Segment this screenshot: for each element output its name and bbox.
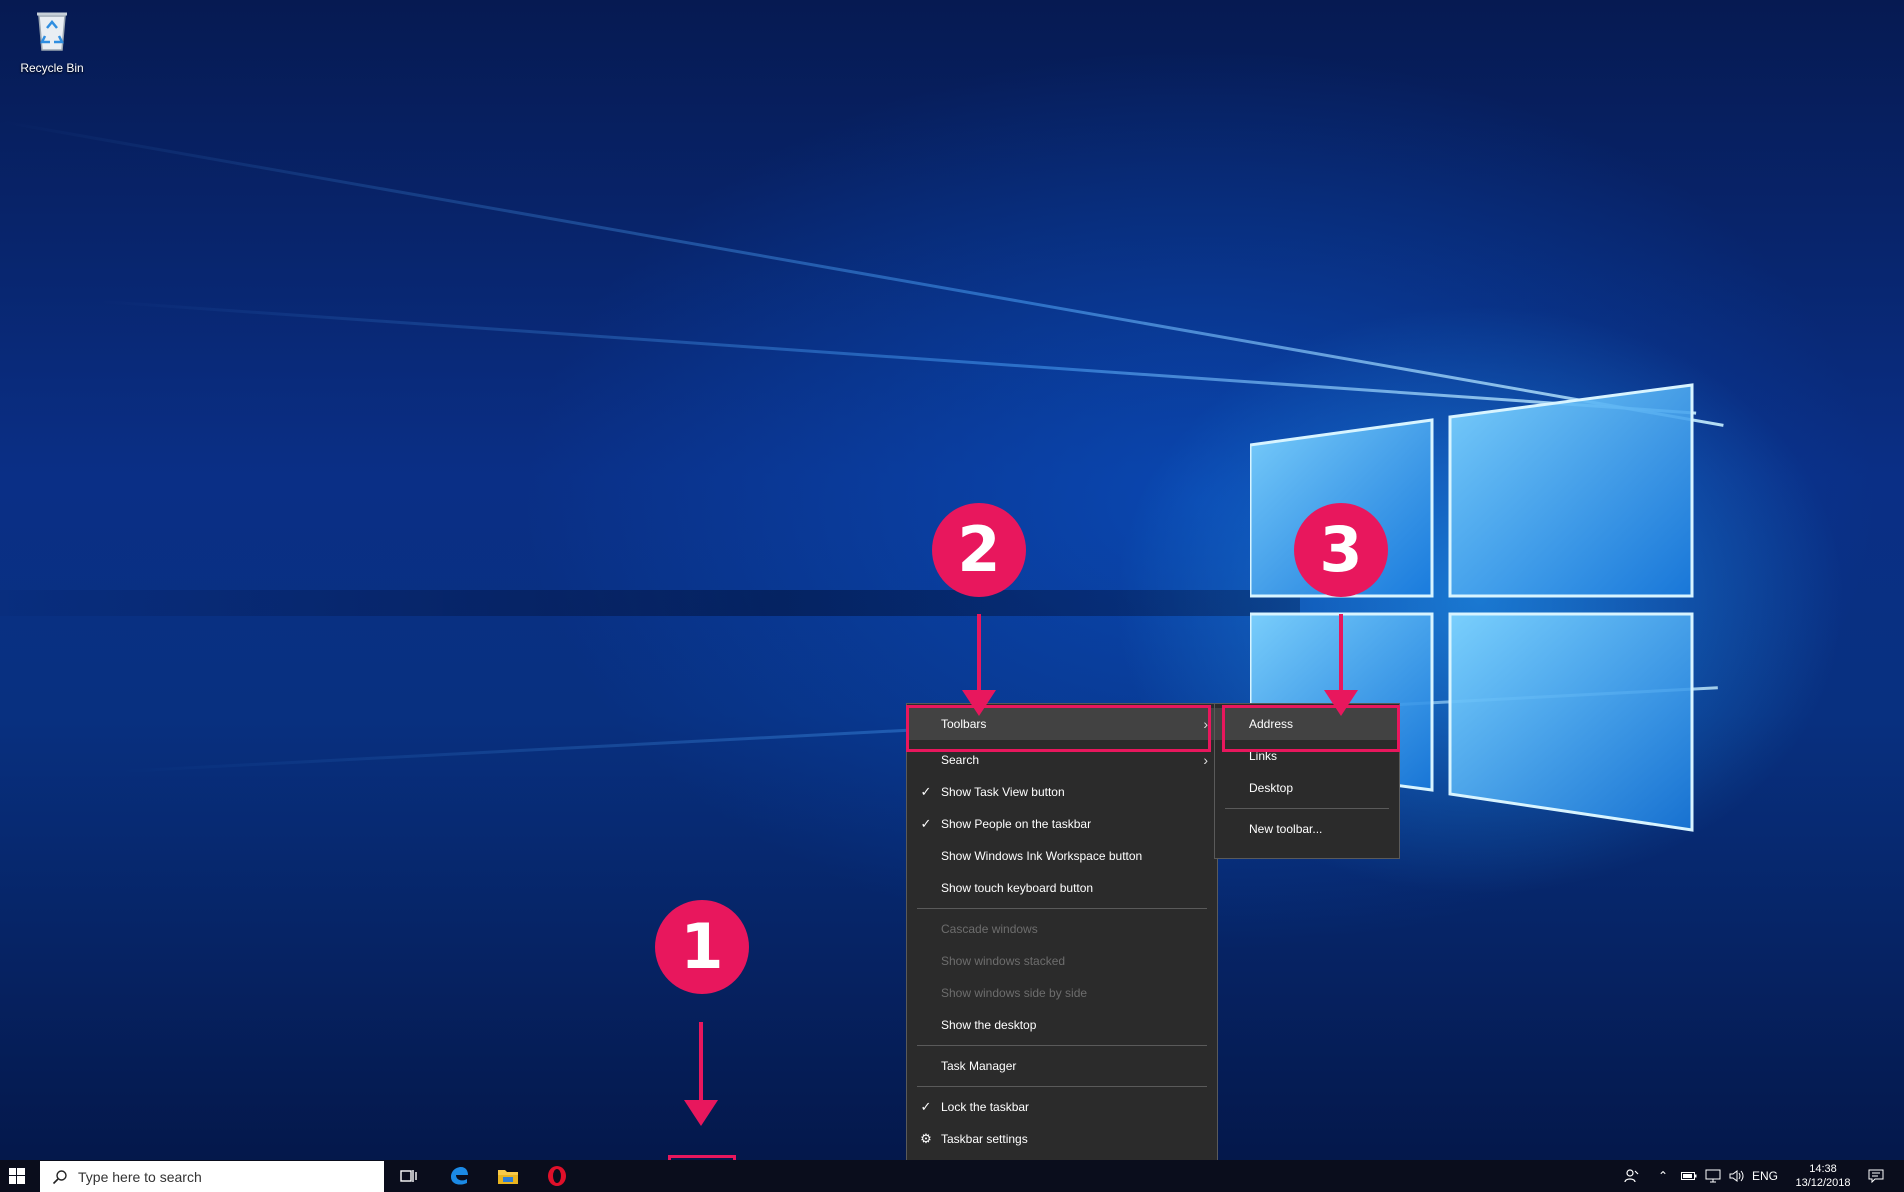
menu-separator (917, 1086, 1207, 1087)
menu-item-taskbar-settings[interactable]: ⚙ Taskbar settings (907, 1123, 1217, 1155)
annotation-arrowhead-1 (684, 1100, 718, 1126)
submenu-item-desktop[interactable]: Desktop (1215, 772, 1399, 804)
menu-item-label: New toolbar... (1249, 822, 1323, 836)
menu-separator (917, 908, 1207, 909)
menu-item-show-ink-workspace[interactable]: Show Windows Ink Workspace button (907, 840, 1217, 872)
menu-item-show-task-view[interactable]: ✓ Show Task View button (907, 776, 1217, 808)
shadow-band (0, 590, 1300, 616)
menu-separator (1225, 808, 1389, 809)
annotation-arrowhead-2 (962, 690, 996, 716)
battery-icon[interactable] (1681, 1160, 1699, 1192)
annotation-arrowhead-3 (1324, 690, 1358, 716)
checkmark-icon: ✓ (920, 784, 932, 799)
checkmark-icon: ✓ (920, 1099, 932, 1114)
menu-item-label: Show Windows Ink Workspace button (941, 849, 1143, 863)
edge-button[interactable] (442, 1160, 476, 1192)
menu-item-show-windows-stacked: Show windows stacked (907, 945, 1217, 977)
menu-item-show-people[interactable]: ✓ Show People on the taskbar (907, 808, 1217, 840)
file-explorer-button[interactable] (491, 1160, 525, 1192)
network-icon[interactable] (1705, 1160, 1723, 1192)
menu-item-show-windows-side-by-side: Show windows side by side (907, 977, 1217, 1009)
submenu-item-new-toolbar[interactable]: New toolbar... (1215, 813, 1399, 845)
language-indicator[interactable]: ENG (1752, 1160, 1784, 1192)
clock[interactable]: 14:38 13/12/2018 (1790, 1160, 1856, 1192)
annotation-arrow-3 (1339, 614, 1343, 694)
gear-icon: ⚙ (920, 1131, 932, 1146)
menu-separator (917, 1045, 1207, 1046)
menu-item-label: Show Task View button (941, 785, 1065, 799)
search-placeholder: Type here to search (78, 1168, 202, 1185)
menu-item-label: Search (941, 753, 980, 767)
annotation-step-2-badge: 2 (932, 503, 1026, 597)
checkmark-icon: ✓ (920, 816, 932, 831)
annotation-step-3-badge: 3 (1294, 503, 1388, 597)
menu-item-lock-taskbar[interactable]: ✓ Lock the taskbar (907, 1091, 1217, 1123)
desktop-icon-label: Recycle Bin (20, 61, 84, 75)
chevron-up-icon[interactable]: ⌃ (1658, 1160, 1674, 1192)
menu-item-cascade-windows: Cascade windows (907, 913, 1217, 945)
volume-icon[interactable] (1729, 1160, 1747, 1192)
menu-item-label: Show People on the taskbar (941, 817, 1092, 831)
start-button[interactable] (0, 1160, 34, 1192)
annotation-arrow-1 (699, 1022, 703, 1104)
menu-item-label: Show windows stacked (941, 954, 1066, 968)
clock-time: 14:38 (1809, 1163, 1837, 1175)
desktop-icon-recycle-bin[interactable]: Recycle Bin (12, 8, 92, 75)
menu-item-label: Lock the taskbar (941, 1100, 1030, 1114)
menu-item-label: Taskbar settings (941, 1132, 1028, 1146)
annotation-arrow-2 (977, 614, 981, 694)
action-center-icon[interactable] (1868, 1160, 1892, 1192)
file-explorer-icon (498, 1170, 518, 1184)
annotation-step-1-badge: 1 (655, 900, 749, 994)
task-view-button[interactable] (392, 1160, 426, 1192)
annotation-highlight-address (1222, 705, 1400, 752)
menu-item-label: Show the desktop (941, 1018, 1037, 1032)
edge-icon (451, 1167, 468, 1185)
menu-item-label: Show windows side by side (941, 986, 1088, 1000)
menu-item-label: Show touch keyboard button (941, 881, 1094, 895)
opera-button[interactable] (540, 1160, 574, 1192)
opera-icon (548, 1166, 566, 1186)
recycle-bin-icon (37, 12, 67, 51)
clock-date: 13/12/2018 (1795, 1177, 1851, 1189)
menu-item-show-desktop[interactable]: Show the desktop (907, 1009, 1217, 1041)
taskbar-search-box[interactable]: Type here to search (40, 1161, 384, 1192)
menu-item-label: Desktop (1249, 781, 1294, 795)
task-view-icon (400, 1170, 417, 1182)
people-icon[interactable] (1624, 1160, 1644, 1192)
search-icon (52, 1169, 67, 1184)
taskbar-context-menu: Toolbars › Search › ✓ Show Task View but… (906, 703, 1218, 1173)
menu-item-task-manager[interactable]: Task Manager (907, 1050, 1217, 1082)
windows-start-icon (9, 1168, 25, 1184)
menu-item-label: Task Manager (941, 1059, 1017, 1073)
annotation-highlight-toolbars (906, 705, 1211, 752)
menu-item-label: Cascade windows (941, 922, 1038, 936)
menu-item-show-touch-keyboard[interactable]: Show touch keyboard button (907, 872, 1217, 904)
